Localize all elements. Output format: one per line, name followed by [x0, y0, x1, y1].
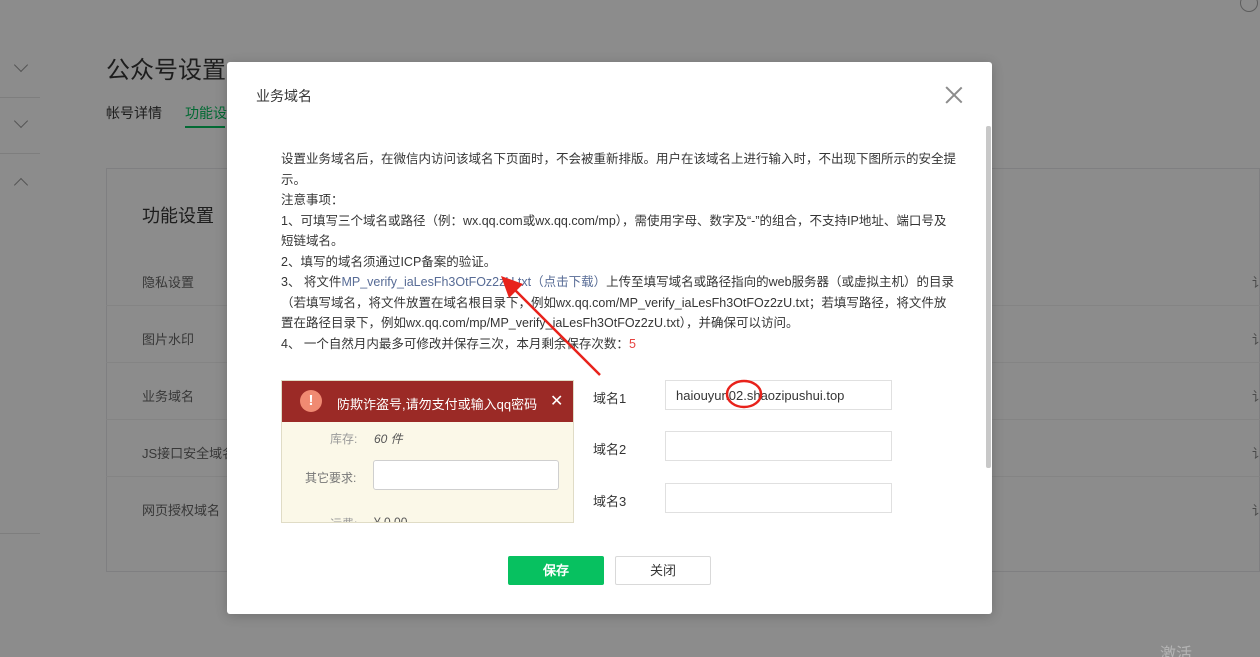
- domain-1-input[interactable]: [665, 380, 892, 410]
- dialog-description: 设置业务域名后，在微信内访问该域名下页面时，不会被重新排版。用户在该域名上进行输…: [281, 149, 957, 354]
- freight-value: ¥ 0.00: [374, 515, 408, 523]
- warning-bar: ! 防欺诈盗号,请勿支付或输入qq密码 ✕: [282, 381, 573, 422]
- notes-heading: 注意事项：: [281, 193, 344, 207]
- domain-1-label: 域名1: [593, 391, 627, 406]
- domain-3-label: 域名3: [593, 494, 627, 509]
- close-button[interactable]: 关闭: [615, 556, 711, 585]
- note-4-text: 4、 一个自然月内最多可修改并保存三次，本月剩余保存次数：: [281, 336, 629, 351]
- close-icon: ✕: [550, 393, 564, 410]
- windows-activation-watermark: 激活 Windows: [1160, 646, 1193, 657]
- domain-3-input[interactable]: [665, 483, 892, 513]
- note-3: 3、 将文件MP_verify_iaLesFh3OtFOz2zU.txt（点击下…: [281, 272, 957, 334]
- note-2: 2、填写的域名须通过ICP备案的验证。: [281, 254, 497, 269]
- other-requirements-input: [373, 460, 559, 490]
- save-button[interactable]: 保存: [508, 556, 604, 585]
- stock-value: 60 件: [374, 432, 403, 446]
- other-requirements-label: 其它要求:: [305, 471, 357, 485]
- note-3-prefix: 3、 将文件: [281, 275, 342, 289]
- dialog-title: 业务域名: [256, 88, 312, 104]
- remaining-save-count: 5: [628, 336, 636, 351]
- business-domain-dialog: 业务域名 设置业务域名后，在微信内访问该域名下页面时，不会被重新排版。用户在该域…: [227, 62, 992, 614]
- note-4: 4、 一个自然月内最多可修改并保存三次，本月剩余保存次数：5: [281, 334, 957, 355]
- stock-label: 库存:: [330, 432, 358, 446]
- domain-2-input[interactable]: [665, 431, 892, 461]
- security-warning-example-image: ! 防欺诈盗号,请勿支付或输入qq密码 ✕ 库存: 60 件 其它要求: 运费:…: [281, 380, 574, 523]
- intro-text: 设置业务域名后，在微信内访问该域名下页面时，不会被重新排版。用户在该域名上进行输…: [281, 152, 957, 187]
- verify-file-download-link[interactable]: MP_verify_iaLesFh3OtFOz2zU.txt（点击下载）: [341, 275, 606, 289]
- domain-2-label: 域名2: [593, 442, 627, 457]
- alert-icon: !: [300, 390, 322, 412]
- note-1: 1、可填写三个域名或路径（例：wx.qq.com或wx.qq.com/mp），需…: [281, 213, 947, 249]
- scrollbar[interactable]: [986, 126, 991, 468]
- freight-label: 运费:: [330, 515, 357, 522]
- close-icon[interactable]: [942, 83, 966, 107]
- warning-text: 防欺诈盗号,请勿支付或输入qq密码: [337, 397, 538, 412]
